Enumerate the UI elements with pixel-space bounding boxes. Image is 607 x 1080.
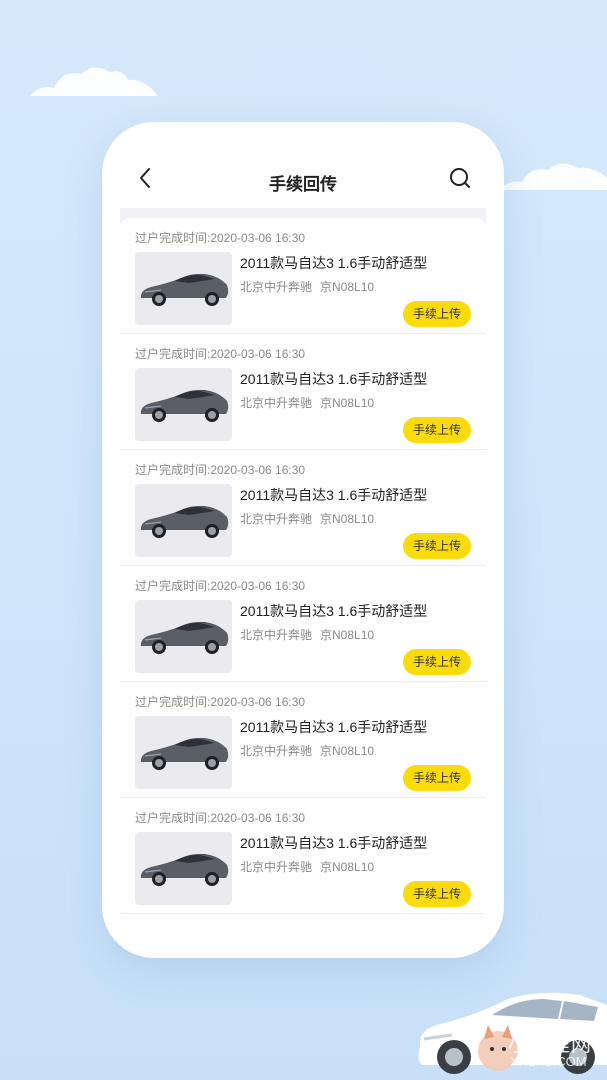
transfer-time: 过户完成时间:2020-03-06 16:30 xyxy=(135,811,306,825)
record-card[interactable]: 过户完成时间:2020-03-06 16:30 2011款马自达3 1.6手动舒… xyxy=(120,682,486,798)
dealer-name: 北京中升奔驰 xyxy=(240,280,313,294)
record-card[interactable]: 过户完成时间:2020-03-06 16:30 2011款马自达3 1.6手动舒… xyxy=(120,450,486,566)
dealer-name: 北京中升奔驰 xyxy=(240,744,313,758)
watermark-text: 小狐狸网 xyxy=(508,1034,592,1056)
transfer-time: 过户完成时间:2020-03-06 16:30 xyxy=(135,347,306,361)
upload-documents-button[interactable]: 手续上传 xyxy=(403,881,471,907)
car-thumbnail xyxy=(135,484,232,557)
phone-frame: 手续回传 过户完成时间:2020-03-06 16:30 2011款马自达3 1… xyxy=(102,122,504,958)
license-plate: 京N08L10 xyxy=(320,744,375,758)
transfer-time: 过户完成时间:2020-03-06 16:30 xyxy=(135,695,306,709)
car-thumbnail xyxy=(135,368,232,441)
dealer-name: 北京中升奔驰 xyxy=(240,628,313,642)
dealer-name: 北京中升奔驰 xyxy=(240,860,313,874)
transfer-time: 过户完成时间:2020-03-06 16:30 xyxy=(135,579,306,593)
license-plate: 京N08L10 xyxy=(320,860,375,874)
navigation-bar: 手续回传 xyxy=(120,144,486,208)
license-plate: 京N08L10 xyxy=(320,280,375,294)
dealer-name: 北京中升奔驰 xyxy=(240,512,313,526)
cloud-right-decoration xyxy=(498,163,607,190)
license-plate: 京N08L10 xyxy=(320,512,375,526)
transfer-time: 过户完成时间:2020-03-06 16:30 xyxy=(135,463,306,477)
watermark-subtext: XHLKS.COM xyxy=(510,1054,587,1069)
car-model-title: 2011款马自达3 1.6手动舒适型 xyxy=(240,371,428,387)
record-card[interactable]: 过户完成时间:2020-03-06 16:30 2011款马自达3 1.6手动舒… xyxy=(120,334,486,450)
upload-documents-button[interactable]: 手续上传 xyxy=(403,649,471,675)
upload-documents-button[interactable]: 手续上传 xyxy=(403,417,471,443)
car-thumbnail xyxy=(135,832,232,905)
license-plate: 京N08L10 xyxy=(320,628,375,642)
record-card[interactable]: 过户完成时间:2020-03-06 16:30 2011款马自达3 1.6手动舒… xyxy=(120,566,486,682)
record-card[interactable]: 过户完成时间:2020-03-06 16:30 2011款马自达3 1.6手动舒… xyxy=(120,798,486,914)
license-plate: 京N08L10 xyxy=(320,396,375,410)
page-title: 手续回传 xyxy=(269,175,337,194)
search-button[interactable] xyxy=(448,166,472,190)
upload-documents-button[interactable]: 手续上传 xyxy=(403,533,471,559)
dealer-name: 北京中升奔驰 xyxy=(240,396,313,410)
upload-documents-button[interactable]: 手续上传 xyxy=(403,301,471,327)
car-model-title: 2011款马自达3 1.6手动舒适型 xyxy=(240,487,428,503)
car-model-title: 2011款马自达3 1.6手动舒适型 xyxy=(240,255,428,271)
upload-documents-button[interactable]: 手续上传 xyxy=(403,765,471,791)
record-list: 过户完成时间:2020-03-06 16:30 2011款马自达3 1.6手动舒… xyxy=(120,218,486,914)
app-screen: 手续回传 过户完成时间:2020-03-06 16:30 2011款马自达3 1… xyxy=(120,144,486,940)
transfer-time: 过户完成时间:2020-03-06 16:30 xyxy=(135,231,306,245)
cloud-left-decoration xyxy=(30,67,158,96)
car-model-title: 2011款马自达3 1.6手动舒适型 xyxy=(240,719,428,735)
car-thumbnail xyxy=(135,252,232,325)
search-icon xyxy=(450,168,470,188)
car-model-title: 2011款马自达3 1.6手动舒适型 xyxy=(240,835,428,851)
car-thumbnail xyxy=(135,716,232,789)
record-card[interactable]: 过户完成时间:2020-03-06 16:30 2011款马自达3 1.6手动舒… xyxy=(120,218,486,334)
car-model-title: 2011款马自达3 1.6手动舒适型 xyxy=(240,603,428,619)
car-thumbnail xyxy=(135,600,232,673)
